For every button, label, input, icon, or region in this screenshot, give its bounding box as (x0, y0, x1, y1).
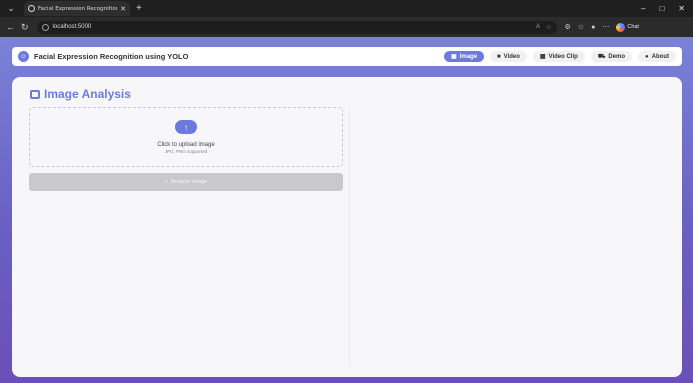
nav-image-button[interactable]: ▣ Image (444, 51, 485, 62)
browser-tabbar: ⌄ Facial Expression Recognition usin ✕ +… (0, 0, 693, 17)
video-icon: ■ (497, 53, 501, 60)
main-nav: ▣ Image ■ Video ▦ Video Clip ⛟ Demo ● Ab… (444, 51, 676, 62)
analyze-image-button[interactable]: ⌕ Analyze Image (29, 173, 343, 191)
cloud-upload-icon: ↑ (175, 120, 197, 134)
site-info-icon[interactable] (41, 23, 49, 31)
address-bar-actions: A ☆ (536, 24, 551, 31)
section-title: Image Analysis (30, 87, 131, 101)
close-window-icon[interactable]: ✕ (678, 4, 685, 13)
image-icon: ▣ (451, 54, 457, 60)
film-icon: ▦ (539, 54, 546, 60)
copilot-button[interactable]: Chat (616, 22, 639, 32)
more-menu-icon[interactable]: ⋯ (602, 23, 609, 31)
app-header: ☺ Facial Expression Recognition using YO… (12, 47, 682, 66)
copilot-label: Chat (627, 24, 639, 30)
analyze-image-label: Analyze Image (170, 179, 208, 185)
browser-toolbar: ← ↻ localhost:5000 A ☆ ⚙ ☆ ● ⋯ Chat (0, 17, 693, 37)
image-icon (30, 89, 40, 99)
copilot-logo-icon (616, 22, 626, 32)
back-icon[interactable]: ← (6, 22, 15, 32)
nav-image-label: Image (459, 53, 478, 60)
upload-prompt: Click to upload image (157, 142, 215, 148)
reload-icon[interactable]: ↻ (21, 22, 29, 33)
app-title: Facial Expression Recognition using YOLO (34, 52, 189, 61)
upload-hint: JPG, PNG supported (164, 149, 208, 154)
nav-video-clip-label: Video Clip (548, 53, 578, 60)
new-tab-icon[interactable]: + (136, 3, 142, 14)
minimize-icon[interactable]: – (641, 4, 645, 13)
nav-about-button[interactable]: ● About (638, 51, 676, 62)
globe-icon (28, 5, 35, 12)
cart-icon: ⛟ (597, 53, 606, 60)
upload-dropzone[interactable]: ↑ Click to upload image JPG, PNG support… (29, 107, 343, 167)
nav-about-label: About (651, 53, 669, 60)
info-icon: ● (645, 53, 649, 60)
nav-video-label: Video (503, 53, 520, 60)
nav-demo-button[interactable]: ⛟ Demo (590, 51, 633, 62)
tab-title: Facial Expression Recognition usin (38, 5, 118, 12)
image-analysis-card: Image Analysis ↑ Click to upload image J… (12, 77, 682, 377)
page-background: ☺ Facial Expression Recognition using YO… (0, 37, 693, 383)
nav-video-button[interactable]: ■ Video (490, 51, 527, 62)
browser-tab[interactable]: Facial Expression Recognition usin ✕ (24, 1, 130, 16)
nav-demo-label: Demo (608, 53, 626, 60)
window-controls: – □ ✕ (641, 4, 693, 13)
profile-avatar-icon[interactable]: ● (591, 24, 595, 31)
address-bar[interactable]: localhost:5000 A ☆ (36, 20, 557, 34)
favorite-star-icon[interactable]: ☆ (546, 24, 551, 31)
tab-list-chevron-icon[interactable]: ⌄ (4, 2, 18, 16)
close-tab-icon[interactable]: ✕ (120, 5, 126, 13)
collections-icon[interactable]: ☆ (578, 23, 584, 31)
extensions-icon[interactable]: ⚙ (565, 23, 571, 31)
section-title-text: Image Analysis (44, 87, 131, 101)
smile-icon: ☺ (18, 51, 29, 62)
nav-video-clip-button[interactable]: ▦ Video Clip (532, 51, 585, 62)
results-divider (349, 107, 350, 367)
search-icon: ⌕ (164, 178, 168, 185)
url-text: localhost:5000 (52, 24, 92, 30)
read-aloud-icon[interactable]: A (536, 24, 540, 31)
browser-actions: ⚙ ☆ ● ⋯ Chat (565, 22, 639, 32)
maximize-icon[interactable]: □ (659, 4, 664, 13)
